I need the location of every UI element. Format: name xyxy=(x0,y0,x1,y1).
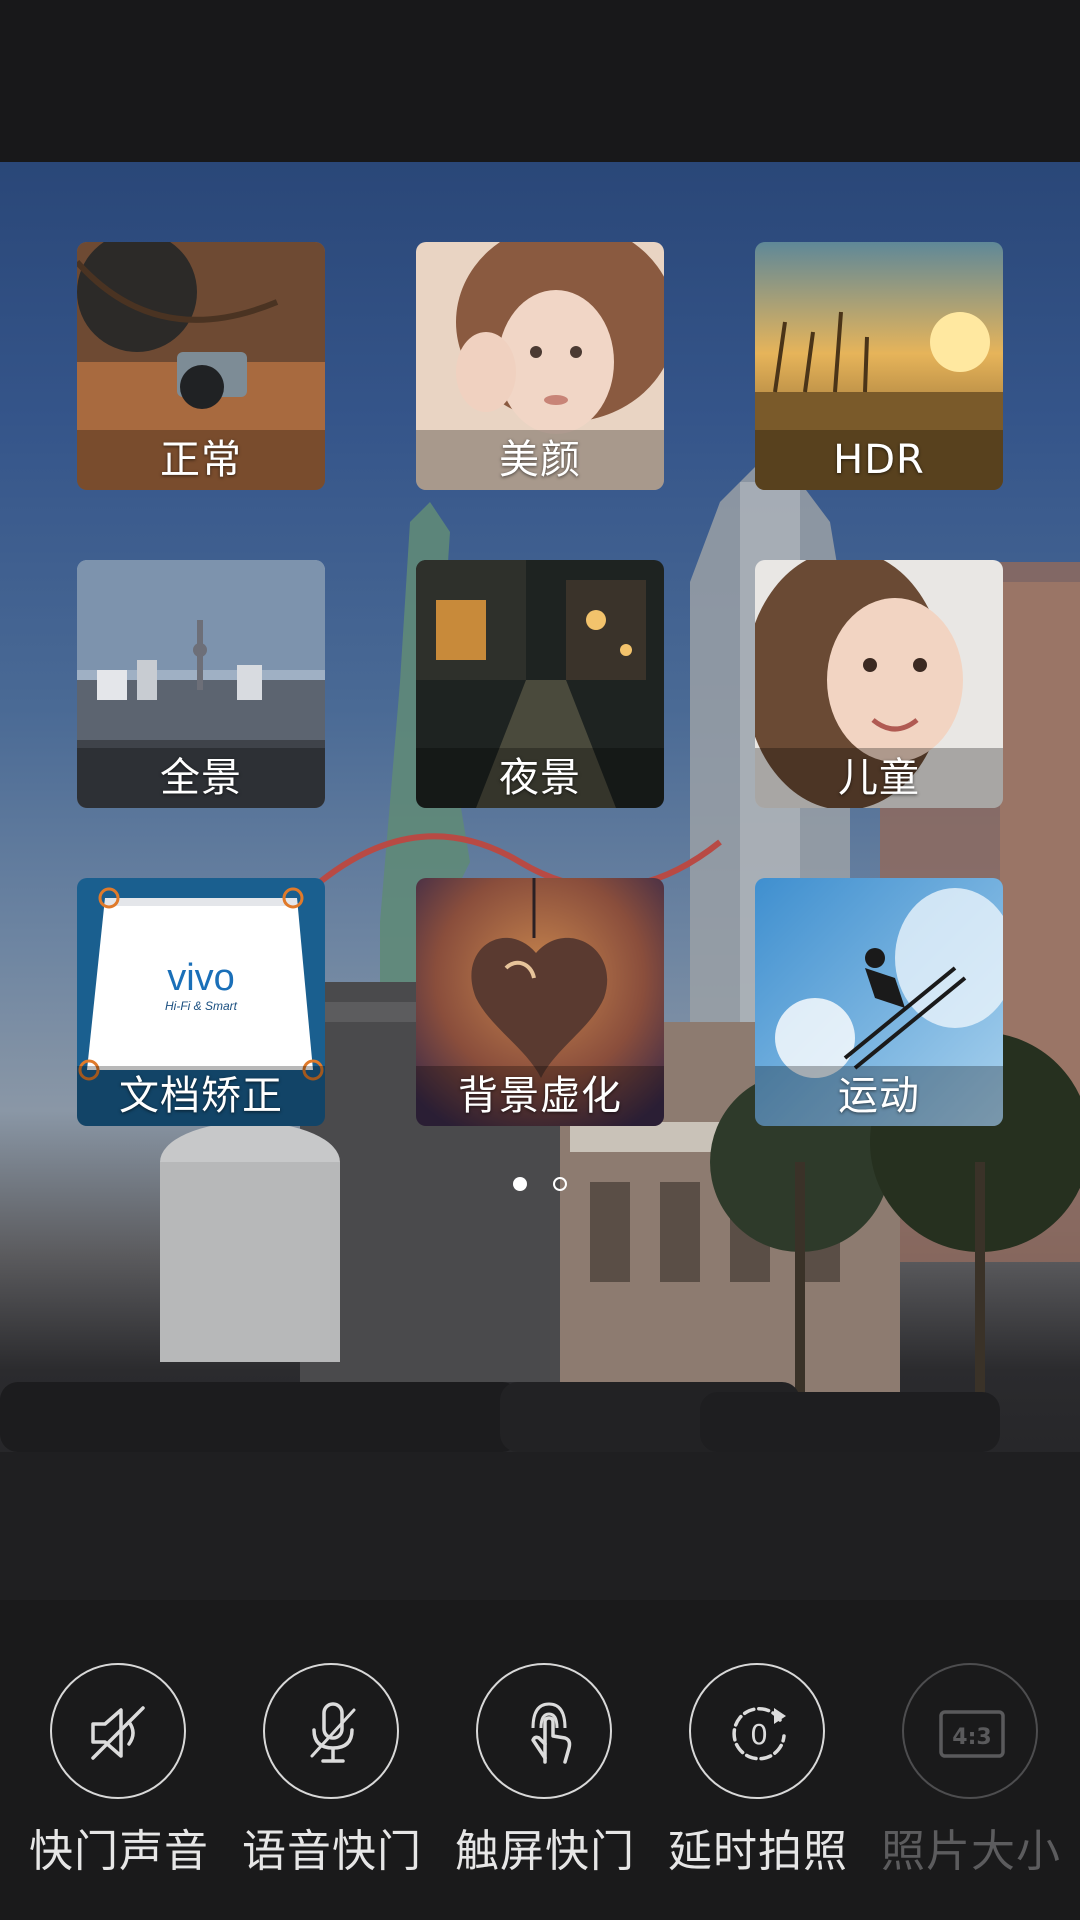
speaker-muted-icon xyxy=(91,1706,145,1760)
setting-button-photo-size[interactable]: 4:3 xyxy=(902,1663,1038,1799)
mode-tile-sports[interactable]: 运动 xyxy=(755,878,1003,1126)
setting-timer[interactable]: 0 延时拍照 xyxy=(653,1600,863,1920)
mode-label-panorama: 全景 xyxy=(160,755,242,801)
mode-tile-document-correction[interactable]: vivo Hi-Fi & Smart 文档矫正 xyxy=(77,878,325,1126)
mode-label-sports: 运动 xyxy=(838,1073,920,1119)
aspect-ratio-value: 4:3 xyxy=(952,1725,991,1750)
vivo-tagline: Hi-Fi & Smart xyxy=(165,999,238,1013)
top-bar xyxy=(0,0,1080,162)
settings-bar: 快门声音 语音快门 触屏快门 0 延时拍照 4:3 照片大小 xyxy=(0,1600,1080,1920)
mode-tile-night[interactable]: 夜景 xyxy=(416,560,664,808)
mode-tile-beauty[interactable]: 美颜 xyxy=(416,242,664,490)
mode-label-document-correction: 文档矫正 xyxy=(119,1073,283,1119)
mode-tile-normal[interactable]: 正常 xyxy=(77,242,325,490)
page-dot-active[interactable] xyxy=(513,1177,527,1191)
mode-label-hdr: HDR xyxy=(833,437,925,483)
vivo-logo: vivo xyxy=(167,957,235,999)
mode-tile-panorama[interactable]: 全景 xyxy=(77,560,325,808)
timer-icon: 0 xyxy=(732,1706,786,1761)
touch-hand-icon xyxy=(531,1702,572,1764)
microphone-icon xyxy=(310,1702,356,1763)
mode-label-background-blur: 背景虚化 xyxy=(458,1073,622,1119)
setting-shutter-sound[interactable]: 快门声音 xyxy=(14,1600,224,1920)
mode-tile-kids[interactable]: 儿童 xyxy=(755,560,1003,808)
page-dot-inactive[interactable] xyxy=(553,1177,567,1191)
mode-label-kids: 儿童 xyxy=(838,755,920,801)
mode-tile-background-blur[interactable]: 背景虚化 xyxy=(416,878,664,1126)
setting-voice-shutter[interactable]: 语音快门 xyxy=(227,1600,437,1920)
timer-value: 0 xyxy=(750,1718,768,1751)
mode-label-beauty: 美颜 xyxy=(499,437,581,483)
mode-label-normal: 正常 xyxy=(160,437,242,483)
setting-button-touch-shutter[interactable] xyxy=(476,1663,612,1799)
setting-label-photo-size: 照片大小 xyxy=(881,1826,1061,1877)
setting-button-shutter-sound[interactable] xyxy=(50,1663,186,1799)
camera-mode-screen: 正常 美颜 HDR 全景 夜景 儿童 vivo Hi-Fi & Smart 文档… xyxy=(0,0,1080,1920)
setting-button-voice-shutter[interactable] xyxy=(263,1663,399,1799)
page-indicator xyxy=(0,1176,1080,1196)
mode-tile-hdr[interactable]: HDR xyxy=(755,242,1003,490)
mode-label-night: 夜景 xyxy=(499,755,581,801)
setting-button-timer[interactable]: 0 xyxy=(689,1663,825,1799)
setting-touch-shutter[interactable]: 触屏快门 xyxy=(440,1600,650,1920)
aspect-ratio-icon: 4:3 xyxy=(939,1710,1005,1758)
setting-photo-size[interactable]: 4:3 照片大小 xyxy=(866,1600,1076,1920)
